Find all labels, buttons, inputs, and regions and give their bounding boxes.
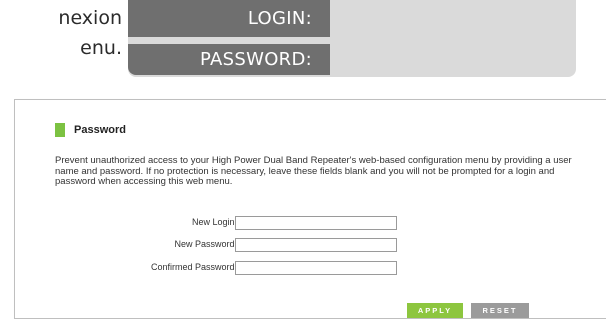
confirmed-password-input[interactable]	[235, 261, 397, 275]
new-login-label: New Login:	[191, 217, 237, 227]
new-password-label: New Password:	[174, 239, 237, 249]
password-value-area	[330, 44, 576, 75]
manual-text-line-2: enu.	[80, 37, 122, 59]
confirmed-password-row: Confirmed Password:	[55, 261, 415, 275]
new-login-input[interactable]	[235, 216, 397, 230]
new-password-row: New Password:	[55, 238, 415, 252]
section-marker-icon	[55, 123, 65, 137]
section-header: Password	[55, 123, 126, 137]
password-settings-panel: Password Prevent unauthorized access to …	[14, 99, 606, 319]
new-login-row: New Login:	[55, 216, 415, 230]
credentials-graphic: LOGIN: PASSWORD:	[128, 0, 576, 77]
new-password-input[interactable]	[235, 238, 397, 252]
login-value-area	[330, 6, 576, 37]
manual-text-line-1: nexion	[58, 7, 122, 29]
password-row: PASSWORD:	[128, 44, 576, 75]
description-text: Prevent unauthorized access to your High…	[55, 155, 572, 187]
login-label: LOGIN:	[128, 0, 330, 37]
login-row: LOGIN:	[128, 0, 576, 37]
password-label: PASSWORD:	[128, 44, 330, 75]
manual-text-fragment: nexion enu.	[0, 0, 122, 63]
apply-button[interactable]: APPLY	[407, 303, 463, 318]
confirmed-password-label: Confirmed Password:	[150, 262, 237, 272]
reset-button[interactable]: RESET	[471, 303, 529, 318]
section-title: Password	[74, 124, 126, 136]
